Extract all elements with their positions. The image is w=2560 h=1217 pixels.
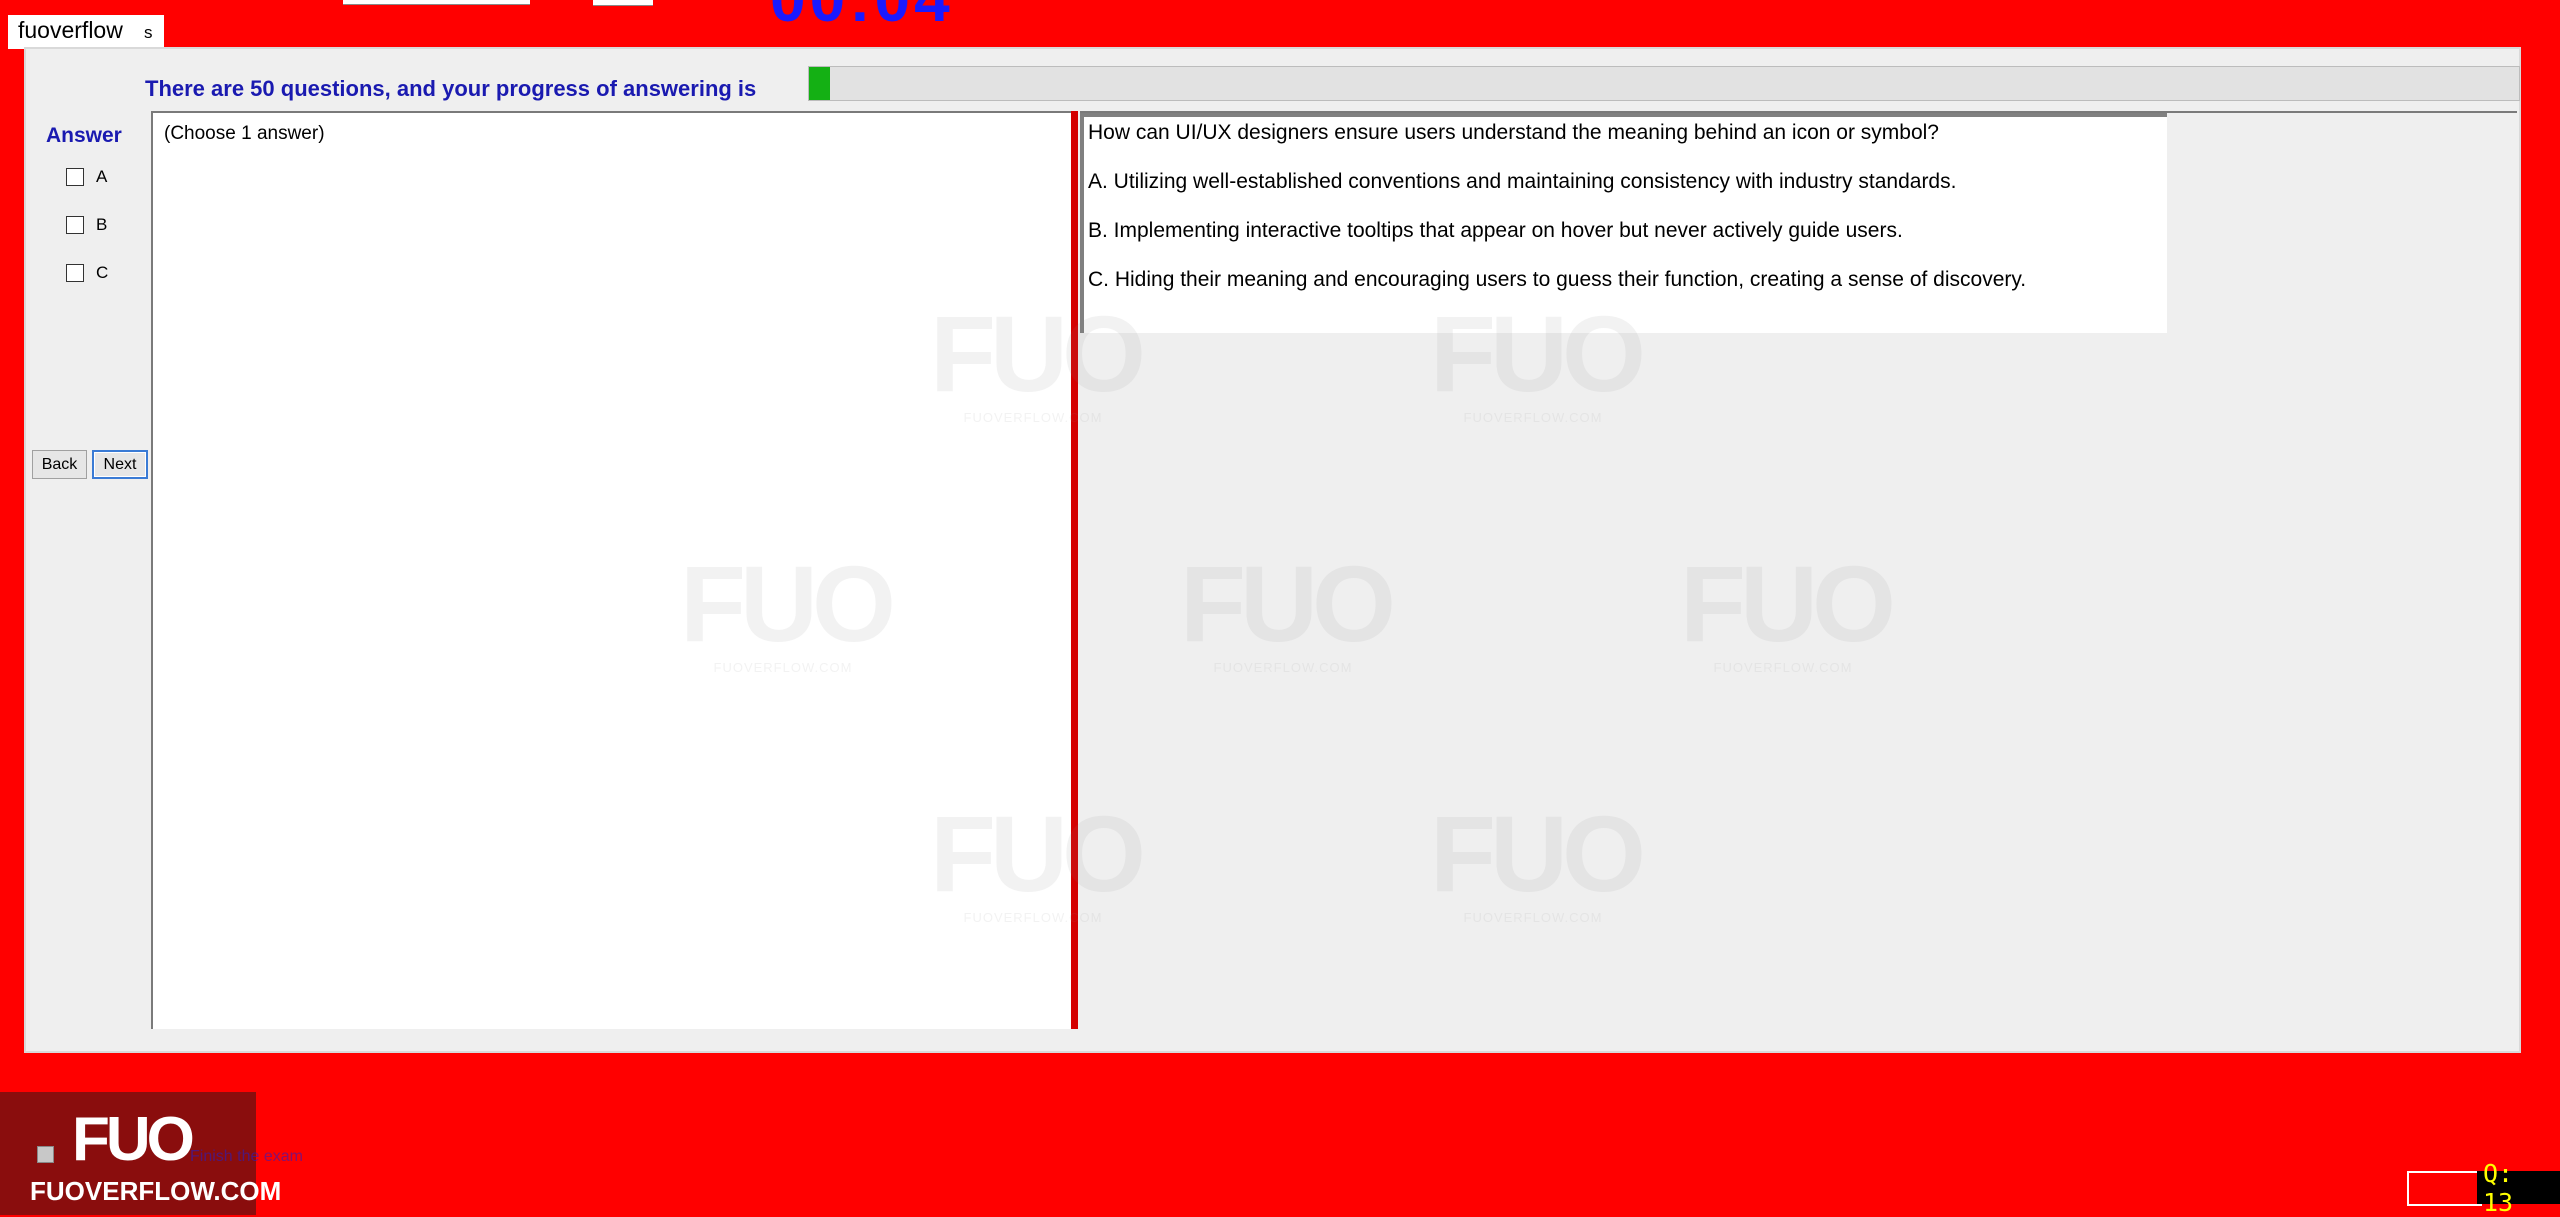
checkbox-b[interactable] (66, 216, 84, 234)
finish-checkbox[interactable] (37, 1146, 54, 1163)
counter-frame (2407, 1171, 2482, 1206)
option-label-a: A (96, 167, 108, 186)
watermark: FUO FUOVERFLOW.COM (680, 543, 896, 676)
checkbox-a[interactable] (66, 168, 84, 186)
brand-label: fuoverflow (18, 17, 123, 43)
top-input-field[interactable] (343, 0, 530, 5)
progress-bar (808, 66, 2520, 101)
watermark: FUO FUOVERFLOW.COM (1680, 543, 1896, 676)
progress-label: There are 50 questions, and your progres… (145, 76, 757, 101)
option-label-b: B (96, 215, 108, 234)
option-label-c: C (96, 263, 109, 282)
next-button[interactable]: Next (92, 450, 148, 479)
watermark: FUO FUOVERFLOW.COM (1430, 793, 1646, 926)
answer-option-c[interactable]: C (66, 262, 108, 284)
top-small-field[interactable] (593, 0, 653, 6)
choice-a: A. Utilizing well-established convention… (1088, 170, 1957, 193)
watermark: FUO FUOVERFLOW.COM (930, 793, 1146, 926)
choice-c: C. Hiding their meaning and encouraging … (1088, 268, 2027, 291)
exam-timer: 00:04 (770, 0, 954, 22)
question-text: How can UI/UX designers ensure users und… (1088, 121, 1939, 144)
checkbox-c[interactable] (66, 264, 84, 282)
choice-b: B. Implementing interactive tooltips tha… (1088, 219, 1903, 242)
watermark: FUO FUOVERFLOW.COM (1180, 543, 1396, 676)
back-button[interactable]: Back (32, 450, 87, 479)
finish-exam-link[interactable]: Finish the exam (190, 1148, 303, 1166)
app-brand-tab[interactable]: fuoverflow s (8, 15, 164, 49)
answer-option-a[interactable]: A (66, 166, 107, 188)
answer-title: Answer (46, 124, 122, 147)
watermark: FUO FUOVERFLOW.COM (1430, 293, 1646, 426)
brand-suffix: s (144, 23, 153, 42)
instruction-text: (Choose 1 answer) (164, 123, 325, 144)
watermark: FUO FUOVERFLOW.COM (930, 293, 1146, 426)
progress-fill (809, 67, 830, 100)
question-counter: Q: 13 (2477, 1159, 2560, 1217)
answer-option-b[interactable]: B (66, 214, 107, 236)
